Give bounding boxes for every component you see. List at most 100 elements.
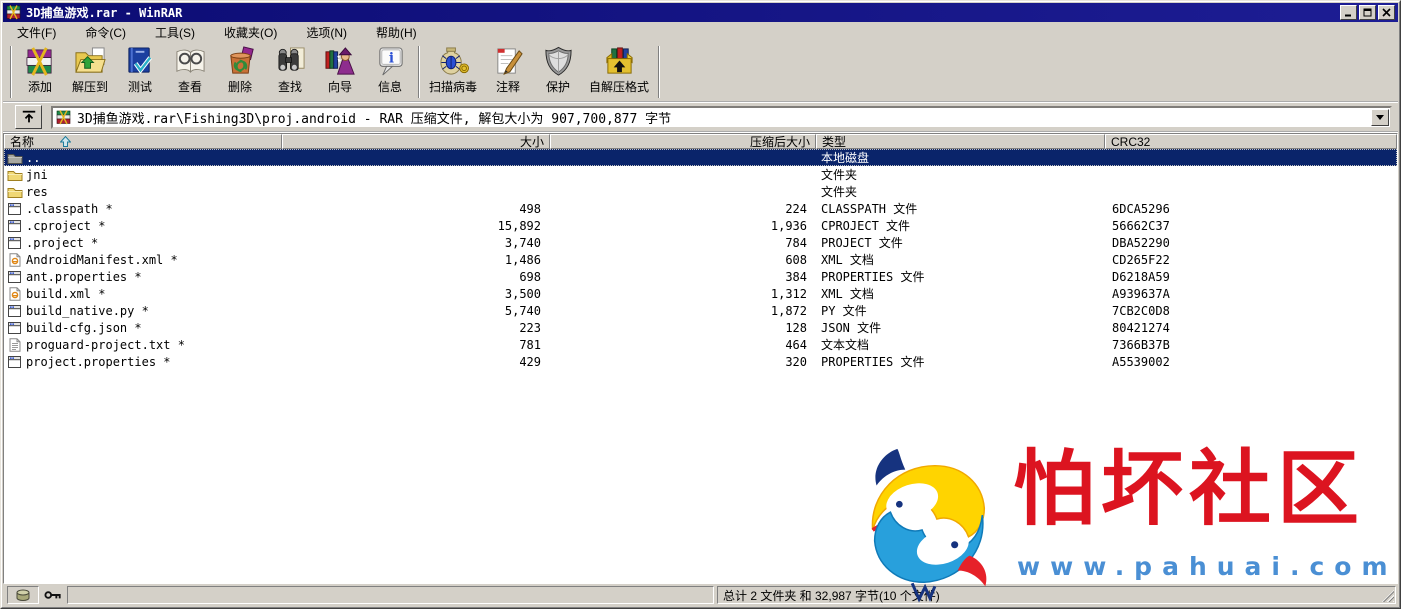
info-button[interactable]: i 信息 <box>365 44 415 100</box>
file-row[interactable]: .project * 3,740 784 PROJECT 文件 DBA52290 <box>4 234 1397 251</box>
file-name: jni <box>26 167 48 182</box>
file-size: 429 <box>519 354 541 369</box>
status-totals-panel: 总计 2 文件夹 和 32,987 字节(10 个文件) <box>717 586 1396 604</box>
sort-ascending-icon <box>60 136 72 147</box>
menu-favorites[interactable]: 收藏夹(O) <box>218 21 286 44</box>
folder-icon <box>7 168 23 182</box>
delete-button[interactable]: 删除 <box>215 44 265 100</box>
file-row[interactable]: res 文件夹 <box>4 183 1397 200</box>
file-type: 本地磁盘 <box>821 151 870 165</box>
file-size: 698 <box>519 269 541 284</box>
test-button[interactable]: 测试 <box>115 44 165 100</box>
file-size: 498 <box>519 201 541 216</box>
column-label: 压缩后大小 <box>749 135 810 149</box>
rar-archive-icon <box>56 109 71 124</box>
file-packed-size: 1,936 <box>770 218 807 233</box>
file-crc32: 7366B37B <box>1112 337 1170 352</box>
file-row[interactable]: .. 本地磁盘 <box>4 149 1397 166</box>
file-type: PROPERTIES 文件 <box>821 355 925 369</box>
column-header-crc32[interactable]: CRC32 <box>1105 134 1397 149</box>
toolbar-label: 解压到 <box>71 80 108 94</box>
file-type: XML 文档 <box>821 253 874 267</box>
sfx-button[interactable]: 自解压格式 <box>583 44 655 100</box>
column-header-name[interactable]: 名称 <box>4 134 282 149</box>
column-header-size[interactable]: 大小 <box>282 134 550 149</box>
file-crc32: DBA52290 <box>1112 235 1170 250</box>
menu-tools[interactable]: 工具(S) <box>149 21 204 44</box>
find-button[interactable]: 查找 <box>265 44 315 100</box>
file-row[interactable]: AndroidManifest.xml * 1,486 608 XML 文档 CD265… <box>4 251 1397 268</box>
close-icon <box>1382 8 1391 17</box>
folder-icon <box>7 185 23 199</box>
file-row[interactable]: build.xml * 3,500 1,312 XML 文档 A939637A <box>4 285 1397 302</box>
column-headers: 名称 大小 压缩后大小 类型 CRC32 <box>4 134 1397 149</box>
text-file-icon <box>7 337 23 352</box>
extract-to-button[interactable]: 解压到 <box>65 44 115 100</box>
test-archive-icon <box>127 47 152 74</box>
file-row[interactable]: build-cfg.json * 223 128 JSON 文件 80421274 <box>4 319 1397 336</box>
column-header-packed[interactable]: 压缩后大小 <box>550 134 816 149</box>
toolbar-label: 扫描病毒 <box>429 80 478 94</box>
app-file-icon <box>7 270 23 284</box>
menu-commands[interactable]: 命令(C) <box>79 21 135 44</box>
toolbar-label: 删除 <box>227 80 252 94</box>
file-row[interactable]: build_native.py * 5,740 1,872 PY 文件 7CB2C0D8 <box>4 302 1397 319</box>
archive-path-text: 3D捕鱼游戏.rar\Fishing3D\proj.android - RAR … <box>77 111 672 127</box>
add-button[interactable]: 添加 <box>15 44 65 100</box>
file-name: build_native.py * <box>26 303 149 318</box>
scan-virus-icon <box>439 47 469 75</box>
protect-button[interactable]: 保护 <box>533 44 583 100</box>
file-row[interactable]: .classpath * 498 224 CLASSPATH 文件 6DCA5296 <box>4 200 1397 217</box>
file-crc32: 56662C37 <box>1112 218 1170 233</box>
file-type: CLASSPATH 文件 <box>821 202 918 216</box>
close-button[interactable] <box>1378 5 1395 20</box>
file-crc32 <box>1105 166 1397 183</box>
file-size <box>282 149 550 166</box>
file-crc32: 6DCA5296 <box>1112 201 1170 216</box>
comment-button[interactable]: 注释 <box>483 44 533 100</box>
file-name: ant.properties * <box>26 269 142 284</box>
app-file-icon <box>7 202 23 216</box>
file-packed-size: 464 <box>785 337 807 352</box>
maximize-button[interactable] <box>1359 5 1376 20</box>
scan-virus-button[interactable]: 扫描病毒 <box>423 44 483 100</box>
status-totals-text: 总计 2 文件夹 和 32,987 字节(10 个文件) <box>723 588 940 603</box>
file-size: 1,486 <box>504 252 541 267</box>
file-row[interactable]: proguard-project.txt * 781 464 文本文档 7366B37B <box>4 336 1397 353</box>
toolbar-label: 注释 <box>496 80 521 94</box>
sfx-icon <box>605 47 633 74</box>
combobox-dropdown-button[interactable] <box>1371 108 1389 126</box>
file-row[interactable]: jni 文件夹 <box>4 166 1397 183</box>
menu-help[interactable]: 帮助(H) <box>370 21 426 44</box>
find-icon <box>277 47 305 71</box>
file-name: .cproject * <box>26 218 106 233</box>
column-header-type[interactable]: 类型 <box>816 134 1105 149</box>
file-name: .project * <box>26 235 99 250</box>
minimize-button[interactable] <box>1340 5 1357 20</box>
window-inner: 3D捕鱼游戏.rar - WinRAR 文件(F) 命令(C) 工具(S) 收藏… <box>1 1 1400 608</box>
file-row[interactable]: .cproject * 15,892 1,936 CPROJECT 文件 56662C3… <box>4 217 1397 234</box>
file-row[interactable]: project.properties * 429 320 PROPERTIES 文件 A… <box>4 353 1397 370</box>
view-button[interactable]: 查看 <box>165 44 215 100</box>
menu-options[interactable]: 选项(N) <box>300 21 356 44</box>
archive-path-combobox[interactable]: 3D捕鱼游戏.rar\Fishing3D\proj.android - RAR … <box>51 105 1392 129</box>
file-size <box>282 166 550 183</box>
resize-grip[interactable] <box>1382 590 1394 602</box>
wizard-button[interactable]: 向导 <box>315 44 365 100</box>
menu-file[interactable]: 文件(F) <box>11 21 65 44</box>
address-bar: 3D捕鱼游戏.rar\Fishing3D\proj.android - RAR … <box>3 103 1398 133</box>
file-crc32: 7CB2C0D8 <box>1112 303 1170 318</box>
toolbar-separator <box>658 46 661 98</box>
wizard-icon <box>324 47 355 75</box>
file-type: XML 文档 <box>821 287 874 301</box>
add-archive-icon <box>26 47 52 76</box>
up-directory-button[interactable] <box>15 105 42 129</box>
key-indicator <box>42 586 64 604</box>
file-type: PROPERTIES 文件 <box>821 270 925 284</box>
info-icon: i <box>378 47 403 76</box>
file-name: res <box>26 184 48 199</box>
file-row[interactable]: ant.properties * 698 384 PROPERTIES 文件 D6218… <box>4 268 1397 285</box>
column-label: 大小 <box>519 135 544 149</box>
file-packed-size: 1,312 <box>770 286 807 301</box>
file-packed-size: 128 <box>785 320 807 335</box>
